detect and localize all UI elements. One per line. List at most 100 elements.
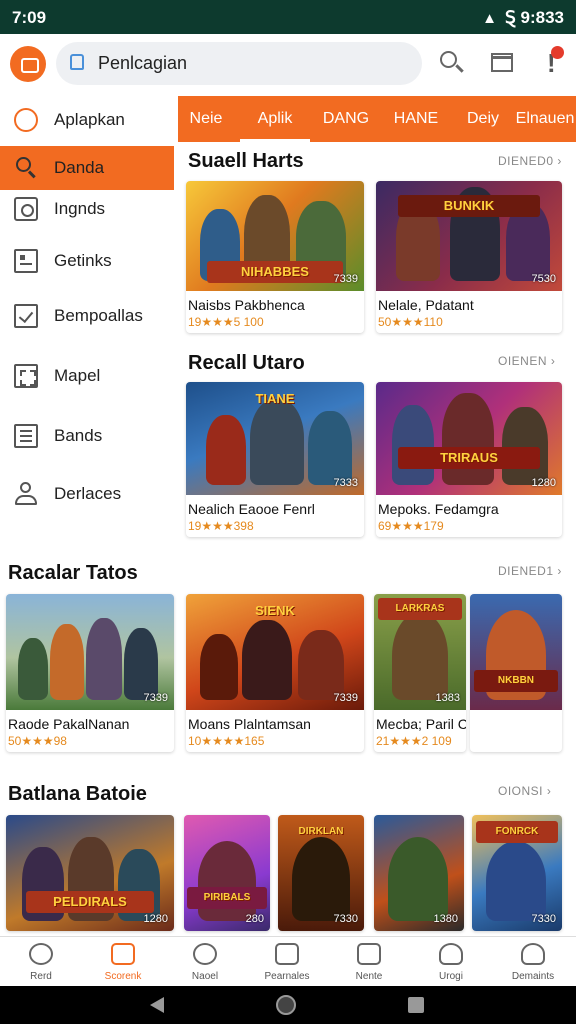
calendar-icon xyxy=(111,943,135,965)
card-rating: 1280 xyxy=(531,477,556,489)
game-logo-text: PIRIBALS xyxy=(187,887,267,909)
sidebar-item-aplapkan[interactable]: Aplapkan xyxy=(0,98,174,142)
app-thumbnail: FONRCK 7330 xyxy=(472,815,562,931)
app-card[interactable]: FONRCK 7330 xyxy=(472,815,562,931)
tab-aplik[interactable]: Aplik xyxy=(240,96,310,142)
see-all-link[interactable]: DIENED0 › xyxy=(498,154,562,168)
app-card[interactable]: SIENK 7339 Moans Plalntamsan 10★★★★165 xyxy=(186,594,364,752)
bottom-nav-demaints[interactable]: Demaints xyxy=(492,941,574,985)
bottom-nav-rerd[interactable]: Rerd xyxy=(0,941,82,985)
window-icon[interactable] xyxy=(487,48,517,78)
app-name: Nelale, Pdatant xyxy=(378,297,474,313)
recent-apps-icon[interactable] xyxy=(408,997,424,1013)
see-all-link[interactable]: DIENED1 › xyxy=(498,564,562,578)
app-card[interactable]: DIRKLAN 7330 xyxy=(278,815,364,931)
see-all-link[interactable]: OIONSI › xyxy=(498,784,551,798)
tab-elnauen[interactable]: Elnauen xyxy=(514,96,576,142)
tab-neie[interactable]: Neie xyxy=(178,96,234,142)
card-rating: 280 xyxy=(245,913,264,925)
app-card[interactable]: NIHABBES 7339 Naisbs Pakbhenca 19★★★5 10… xyxy=(186,181,364,333)
search-bar[interactable]: Penlcagian xyxy=(56,42,422,85)
bottom-nav-urogi[interactable]: Urogi xyxy=(410,941,492,985)
system-nav-bar xyxy=(0,986,576,1024)
app-logo-icon[interactable] xyxy=(10,46,46,82)
card-rating: 7333 xyxy=(333,477,358,489)
app-card[interactable]: 7339 Raode PakalNanan 50★★★98 xyxy=(6,594,174,752)
tab-hane[interactable]: HANE xyxy=(388,96,444,142)
bottom-nav-nente[interactable]: Nente xyxy=(328,941,410,985)
app-thumbnail: TRIRAUS 1280 xyxy=(376,382,562,495)
sidebar-item-danda[interactable]: Danda xyxy=(0,146,174,190)
sidebar-item-label: Aplapkan xyxy=(54,110,125,129)
home-icon[interactable] xyxy=(276,995,296,1015)
app-meta: 50★★★110 xyxy=(378,315,443,329)
app-card[interactable]: TIANE 7333 Nealich Eaooe Fenrl 19★★★398 xyxy=(186,382,364,537)
app-thumbnail: NIHABBES 7339 xyxy=(186,181,364,291)
app-name: Moans Plalntamsan xyxy=(188,716,311,732)
bottom-nav-pearnales[interactable]: Pearnales xyxy=(246,941,328,985)
sidebar: Aplapkan Danda Ingnds Getinks Bempoallas… xyxy=(0,96,176,540)
app-card[interactable]: LARKRAS 1383 Mecba; Paril Canesah 21★★★2… xyxy=(374,594,466,752)
user-icon xyxy=(439,943,463,965)
app-name: Mecba; Paril Canesah xyxy=(376,716,466,732)
top-bar: Penlcagian ! xyxy=(0,34,576,94)
game-logo-text: NIHABBES xyxy=(207,261,343,283)
bottom-nav-naoel[interactable]: Naoel xyxy=(164,941,246,985)
card-rating: 1383 xyxy=(435,692,460,704)
app-card[interactable]: 1380 xyxy=(374,815,464,931)
wifi-icon: ▲ xyxy=(482,9,497,27)
status-bar: 7:09 ▲ Ȿ 9:833 xyxy=(0,0,576,34)
bottom-nav: Rerd Scorenk Naoel Pearnales Nente Urogi… xyxy=(0,936,576,986)
search-placeholder[interactable]: Penlcagian xyxy=(98,53,187,74)
card-rating: 7339 xyxy=(143,692,168,704)
game-logo-text: SIENK xyxy=(255,603,295,618)
user-icon xyxy=(14,482,38,506)
controller-icon xyxy=(193,943,217,965)
compass-icon xyxy=(14,108,38,132)
sidebar-item-bands[interactable]: Bands xyxy=(0,414,174,458)
app-thumbnail: NKBBN xyxy=(470,594,562,710)
sidebar-item-label: Bands xyxy=(54,426,103,445)
app-thumbnail: TIANE 7333 xyxy=(186,382,364,495)
bottom-nav-scorenk[interactable]: Scorenk xyxy=(82,941,164,985)
app-name: Mepoks. Fedamgra xyxy=(378,501,499,517)
bottom-nav-label: Pearnales xyxy=(264,971,310,982)
game-logo-text: LARKRAS xyxy=(377,598,463,620)
section-title: Racalar Tatos xyxy=(8,562,138,584)
app-thumbnail: LARKRAS 1383 xyxy=(374,594,466,710)
app-name: Nealich Eaooe Fenrl xyxy=(188,501,315,517)
grid-icon xyxy=(14,249,38,273)
tab-dang[interactable]: DANG xyxy=(318,96,374,142)
app-card[interactable]: NKBBN xyxy=(470,594,562,752)
see-all-link[interactable]: OIENEN › xyxy=(498,354,555,368)
app-card[interactable]: TRIRAUS 1280 Mepoks. Fedamgra 69★★★179 xyxy=(376,382,562,537)
app-card[interactable]: BUNKIK 7530 Nelale, Pdatant 50★★★110 xyxy=(376,181,562,333)
back-icon[interactable] xyxy=(150,997,164,1013)
sidebar-item-derlaces[interactable]: Derlaces xyxy=(0,472,174,516)
app-thumbnail: DIRKLAN 7330 xyxy=(278,815,364,931)
section-title: Batlana Batoie xyxy=(8,783,147,805)
card-rating: 7339 xyxy=(333,692,358,704)
app-card[interactable]: PIRIBALS 280 xyxy=(184,815,270,931)
game-logo-text: TRIRAUS xyxy=(398,447,540,469)
game-logo-text: PELDIRALS xyxy=(26,891,154,913)
section-title: Suaell Harts xyxy=(188,150,304,172)
compass-icon xyxy=(29,943,53,965)
sidebar-item-ingnds[interactable]: Ingnds xyxy=(0,187,174,231)
game-logo-text: BUNKIK xyxy=(398,195,540,217)
tab-deiy[interactable]: Deiy xyxy=(458,96,508,142)
search-icon[interactable] xyxy=(437,48,467,78)
checkbox-icon xyxy=(14,304,38,328)
list-icon xyxy=(14,424,38,448)
sidebar-item-label: Derlaces xyxy=(54,484,122,503)
sidebar-item-mapel[interactable]: Mapel xyxy=(0,354,174,398)
note-icon xyxy=(357,943,381,965)
app-meta: 50★★★98 xyxy=(8,734,67,748)
notification-icon[interactable]: ! xyxy=(537,46,567,78)
camera-icon xyxy=(14,197,38,221)
sidebar-item-bempoallas[interactable]: Bempoallas xyxy=(0,294,174,338)
app-meta: 69★★★179 xyxy=(378,519,444,533)
app-card[interactable]: PELDIRALS 1280 xyxy=(6,815,174,931)
app-thumbnail: BUNKIK 7530 xyxy=(376,181,562,291)
sidebar-item-getinks[interactable]: Getinks xyxy=(0,239,174,283)
